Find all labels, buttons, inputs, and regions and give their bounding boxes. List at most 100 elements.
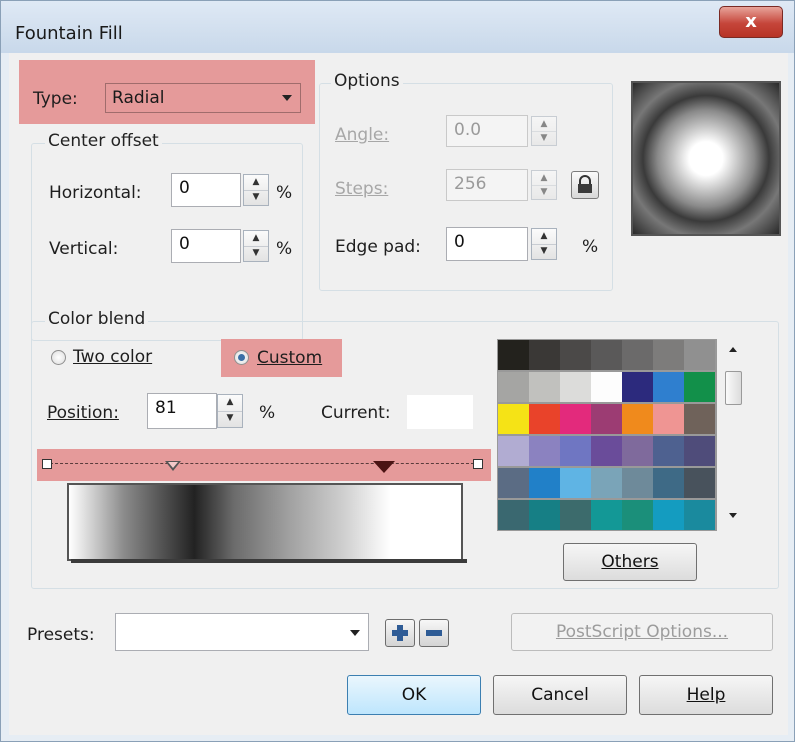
palette-swatch[interactable] xyxy=(529,500,560,530)
position-unit: % xyxy=(259,403,276,423)
steps-stepper[interactable]: ▲ ▼ xyxy=(531,170,557,200)
palette-swatch[interactable] xyxy=(653,436,684,466)
palette-swatch[interactable] xyxy=(529,436,560,466)
help-button[interactable]: Help xyxy=(639,675,773,715)
palette-swatch[interactable] xyxy=(560,436,591,466)
gradient-ruler[interactable] xyxy=(45,463,479,464)
palette-swatch[interactable] xyxy=(684,500,715,530)
chevron-down-icon xyxy=(282,95,292,101)
palette-swatch[interactable] xyxy=(529,468,560,498)
position-stepper[interactable]: ▲ ▼ xyxy=(217,394,243,428)
steps-label: Steps: xyxy=(335,179,389,199)
palette-swatch[interactable] xyxy=(622,372,653,402)
palette-swatch[interactable] xyxy=(498,500,529,530)
remove-preset-button[interactable] xyxy=(419,619,449,647)
vertical-stepper[interactable]: ▲ ▼ xyxy=(243,230,269,262)
palette-scrollbar[interactable] xyxy=(723,339,745,531)
palette-swatch[interactable] xyxy=(498,372,529,402)
palette-swatch[interactable] xyxy=(622,468,653,498)
palette-swatch[interactable] xyxy=(591,500,622,530)
ok-button[interactable]: OK xyxy=(347,675,481,715)
palette-swatch[interactable] xyxy=(498,468,529,498)
title-bar: Fountain Fill x xyxy=(1,1,794,53)
palette-swatch[interactable] xyxy=(591,468,622,498)
steps-input[interactable]: 256 xyxy=(446,169,528,201)
edge-pad-input[interactable]: 0 xyxy=(446,227,528,261)
custom-label: Custom xyxy=(257,348,323,368)
palette-swatch[interactable] xyxy=(684,372,715,402)
palette-swatch[interactable] xyxy=(622,340,653,370)
vertical-input[interactable]: 0 xyxy=(171,229,241,263)
minus-icon xyxy=(426,630,442,636)
center-offset-label: Center offset xyxy=(45,131,162,151)
others-button[interactable]: Others xyxy=(563,543,697,581)
add-preset-button[interactable] xyxy=(385,619,415,647)
position-label: Position: xyxy=(47,403,119,423)
current-label: Current: xyxy=(321,403,391,423)
current-color-swatch[interactable] xyxy=(407,395,473,429)
scroll-down-icon[interactable] xyxy=(729,513,737,518)
options-label: Options xyxy=(331,71,403,91)
vertical-unit: % xyxy=(276,239,293,259)
scroll-thumb[interactable] xyxy=(725,371,742,405)
palette-swatch[interactable] xyxy=(684,436,715,466)
palette-swatch[interactable] xyxy=(653,500,684,530)
palette-swatch[interactable] xyxy=(560,340,591,370)
palette-swatch[interactable] xyxy=(653,404,684,434)
scroll-up-icon[interactable] xyxy=(729,347,737,352)
dialog-body: Type: Radial Center offset Horizontal: 0… xyxy=(9,53,788,735)
type-select[interactable]: Radial xyxy=(105,83,301,113)
palette-swatch[interactable] xyxy=(591,372,622,402)
edge-pad-stepper[interactable]: ▲ ▼ xyxy=(531,228,557,260)
palette-swatch[interactable] xyxy=(560,468,591,498)
palette-swatch[interactable] xyxy=(684,340,715,370)
palette-swatch[interactable] xyxy=(622,436,653,466)
close-button[interactable]: x xyxy=(719,6,783,38)
horizontal-input[interactable]: 0 xyxy=(171,173,241,207)
palette-swatch[interactable] xyxy=(529,404,560,434)
gradient-preview-strip[interactable] xyxy=(67,483,463,561)
palette-swatch[interactable] xyxy=(498,404,529,434)
fill-preview xyxy=(631,81,781,236)
palette-swatch[interactable] xyxy=(622,404,653,434)
plus-icon xyxy=(392,625,408,641)
end-node-marker[interactable] xyxy=(473,459,483,469)
cancel-button[interactable]: Cancel xyxy=(493,675,627,715)
color-palette[interactable] xyxy=(497,339,717,531)
palette-swatch[interactable] xyxy=(591,404,622,434)
gradient-preview-shadow xyxy=(71,559,467,563)
palette-swatch[interactable] xyxy=(622,500,653,530)
palette-swatch[interactable] xyxy=(498,436,529,466)
fountain-fill-dialog: Fountain Fill x Type: Radial Center offs… xyxy=(0,0,795,742)
palette-swatch[interactable] xyxy=(560,404,591,434)
palette-swatch[interactable] xyxy=(653,340,684,370)
palette-swatch[interactable] xyxy=(684,468,715,498)
angle-stepper[interactable]: ▲ ▼ xyxy=(531,116,557,146)
horizontal-unit: % xyxy=(276,183,293,203)
angle-input[interactable]: 0.0 xyxy=(446,115,528,147)
vertical-label: Vertical: xyxy=(49,239,119,259)
palette-swatch[interactable] xyxy=(591,436,622,466)
postscript-options-button[interactable]: PostScript Options... xyxy=(511,613,773,651)
selected-color-stop-marker[interactable] xyxy=(373,461,395,473)
type-label: Type: xyxy=(33,89,78,109)
custom-radio[interactable] xyxy=(234,350,249,365)
palette-swatch[interactable] xyxy=(529,340,560,370)
palette-swatch[interactable] xyxy=(560,372,591,402)
palette-swatch[interactable] xyxy=(684,404,715,434)
lock-icon[interactable] xyxy=(571,171,599,199)
palette-swatch[interactable] xyxy=(560,500,591,530)
palette-swatch[interactable] xyxy=(529,372,560,402)
palette-swatch[interactable] xyxy=(653,468,684,498)
edge-pad-unit: % xyxy=(582,237,599,257)
color-stop-marker-inner xyxy=(168,462,178,468)
horizontal-stepper[interactable]: ▲ ▼ xyxy=(243,174,269,206)
palette-swatch[interactable] xyxy=(591,340,622,370)
palette-swatch[interactable] xyxy=(653,372,684,402)
two-color-radio[interactable] xyxy=(51,350,66,365)
palette-swatch[interactable] xyxy=(498,340,529,370)
chevron-down-icon[interactable] xyxy=(350,630,360,636)
start-node-marker[interactable] xyxy=(42,459,52,469)
presets-combo[interactable] xyxy=(115,613,369,651)
position-input[interactable]: 81 xyxy=(147,393,217,429)
